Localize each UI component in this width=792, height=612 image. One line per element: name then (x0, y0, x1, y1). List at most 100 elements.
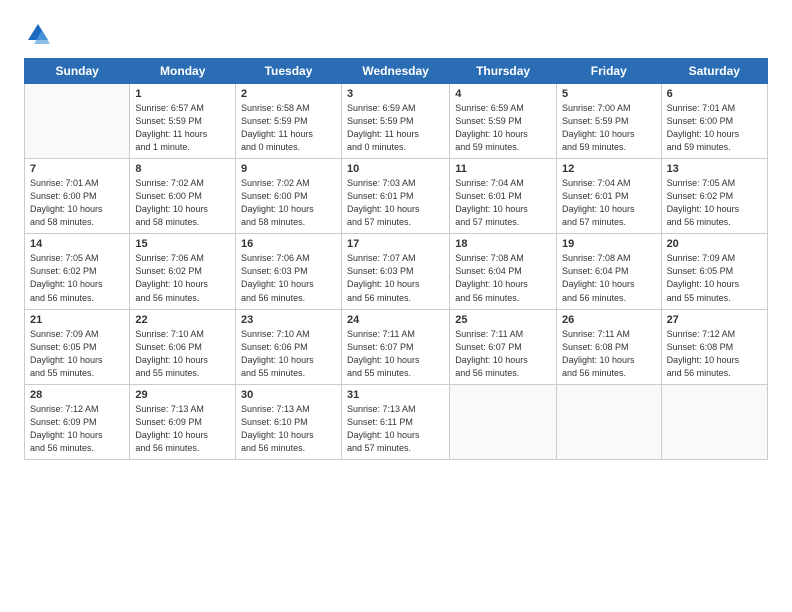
calendar-cell: 18Sunrise: 7:08 AM Sunset: 6:04 PM Dayli… (450, 234, 557, 309)
day-number: 6 (667, 88, 762, 100)
header-row: SundayMondayTuesdayWednesdayThursdayFrid… (25, 59, 768, 84)
calendar-cell: 6 Sunrise: 7:01 AM Sunset: 6:00 PM Daylig… (661, 84, 767, 159)
day-number: 16 (241, 238, 336, 250)
day-number: 31 (347, 389, 444, 401)
calendar-cell: 20Sunrise: 7:09 AM Sunset: 6:05 PM Dayli… (661, 234, 767, 309)
day-number: 1 (135, 88, 230, 100)
col-header-monday: Monday (130, 59, 236, 84)
day-info: Sunrise: 7:11 AM Sunset: 6:08 PM Dayligh… (562, 328, 656, 380)
week-row-3: 21Sunrise: 7:09 AM Sunset: 6:05 PM Dayli… (25, 309, 768, 384)
calendar-cell: 8 Sunrise: 7:02 AM Sunset: 6:00 PM Daylig… (130, 159, 236, 234)
day-info: Sunrise: 7:11 AM Sunset: 6:07 PM Dayligh… (455, 328, 551, 380)
day-number: 21 (30, 314, 124, 326)
day-info: Sunrise: 7:12 AM Sunset: 6:09 PM Dayligh… (30, 403, 124, 455)
day-info: Sunrise: 7:02 AM Sunset: 6:00 PM Dayligh… (135, 177, 230, 229)
calendar-cell: 5 Sunrise: 7:00 AM Sunset: 5:59 PM Daylig… (556, 84, 661, 159)
day-info: Sunrise: 7:06 AM Sunset: 6:02 PM Dayligh… (135, 252, 230, 304)
day-number: 24 (347, 314, 444, 326)
day-number: 5 (562, 88, 656, 100)
calendar-cell: 22Sunrise: 7:10 AM Sunset: 6:06 PM Dayli… (130, 309, 236, 384)
day-number: 19 (562, 238, 656, 250)
day-info: Sunrise: 7:03 AM Sunset: 6:01 PM Dayligh… (347, 177, 444, 229)
calendar-cell: 2Sunrise: 6:58 AM Sunset: 5:59 PM Daylig… (236, 84, 342, 159)
day-info: Sunrise: 7:01 AM Sunset: 6:00 PM Dayligh… (667, 102, 762, 154)
calendar-cell: 19Sunrise: 7:08 AM Sunset: 6:04 PM Dayli… (556, 234, 661, 309)
calendar-cell: 4 Sunrise: 6:59 AM Sunset: 5:59 PM Daylig… (450, 84, 557, 159)
day-info: Sunrise: 6:59 AM Sunset: 5:59 PM Dayligh… (455, 102, 551, 154)
day-info: Sunrise: 6:59 AM Sunset: 5:59 PM Dayligh… (347, 102, 444, 154)
day-number: 12 (562, 163, 656, 175)
calendar-cell: 3 Sunrise: 6:59 AM Sunset: 5:59 PM Daylig… (341, 84, 449, 159)
day-number: 20 (667, 238, 762, 250)
day-number: 4 (455, 88, 551, 100)
day-number: 25 (455, 314, 551, 326)
day-number: 18 (455, 238, 551, 250)
day-number: 27 (667, 314, 762, 326)
calendar-cell: 13 Sunrise: 7:05 AM Sunset: 6:02 PM Dayli… (661, 159, 767, 234)
calendar-cell: 11Sunrise: 7:04 AM Sunset: 6:01 PM Dayli… (450, 159, 557, 234)
day-number: 29 (135, 389, 230, 401)
day-number: 22 (135, 314, 230, 326)
calendar-cell: 27 Sunrise: 7:12 AM Sunset: 6:08 PM Dayli… (661, 309, 767, 384)
day-number: 8 (135, 163, 230, 175)
calendar-cell (556, 384, 661, 459)
col-header-thursday: Thursday (450, 59, 557, 84)
calendar-body: 1 Sunrise: 6:57 AM Sunset: 5:59 PM Daylig… (25, 84, 768, 460)
calendar-cell: 30Sunrise: 7:13 AM Sunset: 6:10 PM Dayli… (236, 384, 342, 459)
calendar-cell: 17Sunrise: 7:07 AM Sunset: 6:03 PM Dayli… (341, 234, 449, 309)
calendar-cell (450, 384, 557, 459)
calendar-cell: 28 Sunrise: 7:12 AM Sunset: 6:09 PM Dayli… (25, 384, 130, 459)
day-info: Sunrise: 7:13 AM Sunset: 6:09 PM Dayligh… (135, 403, 230, 455)
calendar-cell: 15Sunrise: 7:06 AM Sunset: 6:02 PM Dayli… (130, 234, 236, 309)
calendar-cell: 14 Sunrise: 7:05 AM Sunset: 6:02 PM Dayli… (25, 234, 130, 309)
col-header-saturday: Saturday (661, 59, 767, 84)
day-info: Sunrise: 7:05 AM Sunset: 6:02 PM Dayligh… (667, 177, 762, 229)
week-row-2: 14 Sunrise: 7:05 AM Sunset: 6:02 PM Dayli… (25, 234, 768, 309)
day-info: Sunrise: 7:00 AM Sunset: 5:59 PM Dayligh… (562, 102, 656, 154)
day-number: 2 (241, 88, 336, 100)
page: SundayMondayTuesdayWednesdayThursdayFrid… (0, 0, 792, 612)
day-info: Sunrise: 7:10 AM Sunset: 6:06 PM Dayligh… (241, 328, 336, 380)
calendar-cell: 29 Sunrise: 7:13 AM Sunset: 6:09 PM Dayli… (130, 384, 236, 459)
calendar-cell: 24 Sunrise: 7:11 AM Sunset: 6:07 PM Dayli… (341, 309, 449, 384)
week-row-0: 1 Sunrise: 6:57 AM Sunset: 5:59 PM Daylig… (25, 84, 768, 159)
calendar-cell: 9 Sunrise: 7:02 AM Sunset: 6:00 PM Daylig… (236, 159, 342, 234)
calendar-cell: 21Sunrise: 7:09 AM Sunset: 6:05 PM Dayli… (25, 309, 130, 384)
day-info: Sunrise: 6:57 AM Sunset: 5:59 PM Dayligh… (135, 102, 230, 154)
day-number: 10 (347, 163, 444, 175)
week-row-1: 7 Sunrise: 7:01 AM Sunset: 6:00 PM Daylig… (25, 159, 768, 234)
calendar-cell: 12Sunrise: 7:04 AM Sunset: 6:01 PM Dayli… (556, 159, 661, 234)
calendar-table: SundayMondayTuesdayWednesdayThursdayFrid… (24, 58, 768, 460)
calendar-cell (25, 84, 130, 159)
day-info: Sunrise: 7:13 AM Sunset: 6:10 PM Dayligh… (241, 403, 336, 455)
col-header-sunday: Sunday (25, 59, 130, 84)
day-info: Sunrise: 7:02 AM Sunset: 6:00 PM Dayligh… (241, 177, 336, 229)
day-number: 23 (241, 314, 336, 326)
day-info: Sunrise: 7:11 AM Sunset: 6:07 PM Dayligh… (347, 328, 444, 380)
week-row-4: 28 Sunrise: 7:12 AM Sunset: 6:09 PM Dayli… (25, 384, 768, 459)
day-number: 11 (455, 163, 551, 175)
day-info: Sunrise: 7:13 AM Sunset: 6:11 PM Dayligh… (347, 403, 444, 455)
day-number: 3 (347, 88, 444, 100)
header (24, 20, 768, 48)
day-number: 26 (562, 314, 656, 326)
day-number: 14 (30, 238, 124, 250)
col-header-tuesday: Tuesday (236, 59, 342, 84)
calendar-cell: 26 Sunrise: 7:11 AM Sunset: 6:08 PM Dayli… (556, 309, 661, 384)
calendar-cell: 7 Sunrise: 7:01 AM Sunset: 6:00 PM Daylig… (25, 159, 130, 234)
calendar-cell: 16Sunrise: 7:06 AM Sunset: 6:03 PM Dayli… (236, 234, 342, 309)
calendar-cell: 1 Sunrise: 6:57 AM Sunset: 5:59 PM Daylig… (130, 84, 236, 159)
day-number: 13 (667, 163, 762, 175)
logo-icon (24, 20, 52, 48)
day-number: 7 (30, 163, 124, 175)
calendar-cell: 25 Sunrise: 7:11 AM Sunset: 6:07 PM Dayli… (450, 309, 557, 384)
day-info: Sunrise: 7:01 AM Sunset: 6:00 PM Dayligh… (30, 177, 124, 229)
day-info: Sunrise: 7:05 AM Sunset: 6:02 PM Dayligh… (30, 252, 124, 304)
col-header-wednesday: Wednesday (341, 59, 449, 84)
col-header-friday: Friday (556, 59, 661, 84)
day-number: 9 (241, 163, 336, 175)
day-number: 28 (30, 389, 124, 401)
logo (24, 20, 56, 48)
day-info: Sunrise: 7:12 AM Sunset: 6:08 PM Dayligh… (667, 328, 762, 380)
calendar-cell: 10 Sunrise: 7:03 AM Sunset: 6:01 PM Dayli… (341, 159, 449, 234)
